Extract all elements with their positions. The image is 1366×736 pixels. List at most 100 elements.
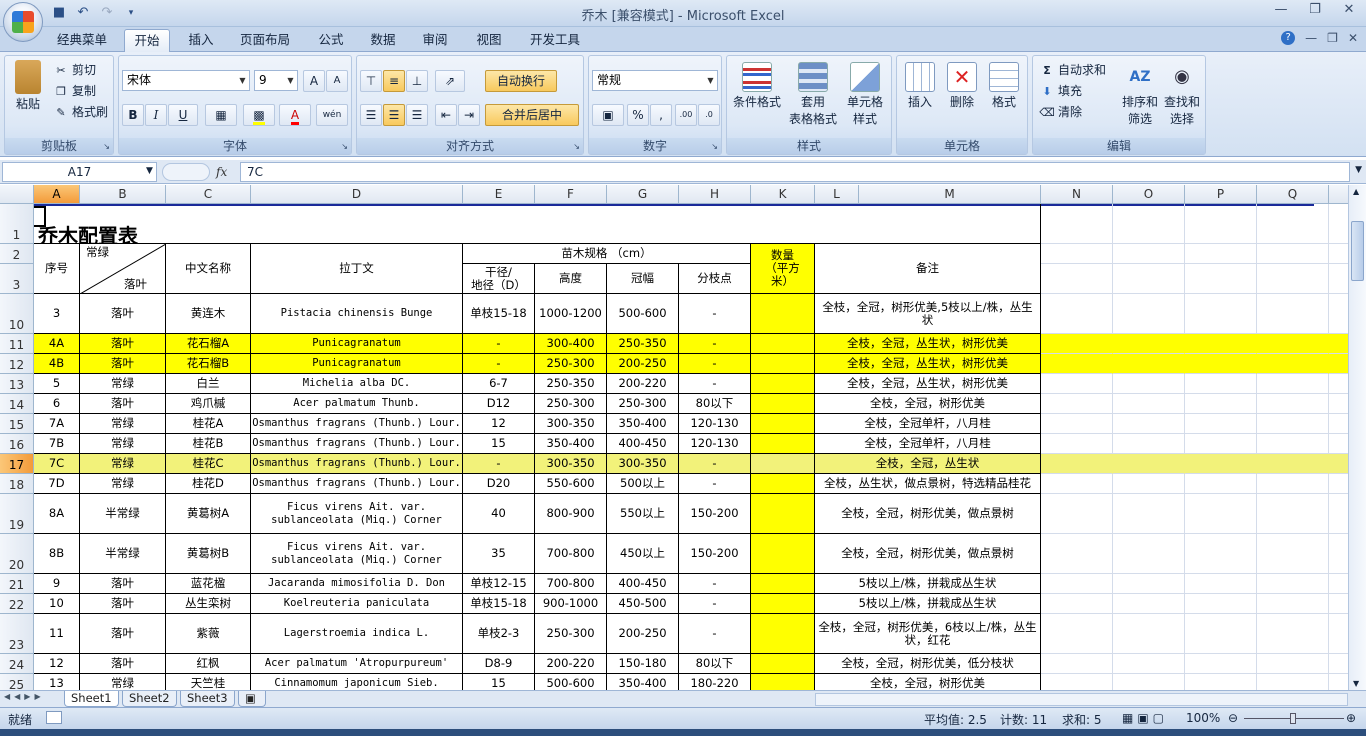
table-cell[interactable] — [751, 394, 815, 414]
header-spec[interactable]: 苗木规格 （cm） — [463, 244, 751, 264]
dialog-launcher-icon[interactable]: ↘ — [341, 142, 348, 151]
align-middle-button[interactable]: ≡ — [383, 70, 405, 92]
column-header-undefined[interactable] — [1329, 185, 1348, 204]
empty-cell[interactable] — [1185, 494, 1257, 534]
table-cell[interactable]: 半常绿 — [80, 534, 166, 574]
grow-font-button[interactable]: A — [303, 70, 325, 92]
table-cell[interactable]: 紫薇 — [166, 614, 251, 654]
header-quantity[interactable]: 数量 （平方 米） — [751, 244, 815, 294]
table-cell[interactable]: 常绿 — [80, 374, 166, 394]
row-header[interactable]: 15 — [0, 414, 34, 434]
conditional-formatting-button[interactable]: 条件格式 — [729, 62, 785, 111]
sheet-title[interactable]: 乔木配置表 — [34, 204, 1041, 244]
table-cell[interactable]: 桂花A — [166, 414, 251, 434]
empty-cell[interactable] — [1329, 594, 1348, 614]
insert-cells-button[interactable]: 插入 — [899, 62, 941, 111]
name-box-dropdown-icon[interactable]: ▼ — [146, 166, 153, 176]
table-cell[interactable]: 300-400 — [535, 334, 607, 354]
table-cell[interactable]: 13 — [34, 674, 80, 690]
table-cell[interactable]: 15 — [463, 434, 535, 454]
table-cell[interactable]: 黄葛树B — [166, 534, 251, 574]
row-header[interactable]: 2 — [0, 244, 34, 264]
table-cell[interactable]: 7D — [34, 474, 80, 494]
select-all-corner[interactable] — [0, 185, 34, 204]
wrap-text-button[interactable]: 自动换行 — [485, 70, 557, 92]
table-cell[interactable]: 40 — [463, 494, 535, 534]
table-cell[interactable] — [751, 334, 815, 354]
highlighted-empty-cell[interactable] — [1041, 454, 1113, 474]
zoom-out-icon[interactable]: ⊖ — [1228, 711, 1238, 725]
column-header-B[interactable]: B — [80, 185, 166, 204]
table-cell[interactable]: 12 — [463, 414, 535, 434]
copy-button[interactable]: ❐ 复制 — [53, 81, 96, 101]
column-header-O[interactable]: O — [1113, 185, 1185, 204]
table-cell[interactable]: - — [679, 294, 751, 334]
table-cell[interactable]: 200-250 — [607, 354, 679, 374]
paste-button[interactable]: 粘贴 — [9, 60, 47, 113]
table-cell[interactable]: 单枝15-18 — [463, 594, 535, 614]
table-cell[interactable] — [751, 654, 815, 674]
table-cell[interactable] — [751, 494, 815, 534]
number-format-combo[interactable]: 常规 ▼ — [592, 70, 718, 91]
table-cell[interactable]: 400-450 — [607, 434, 679, 454]
table-cell[interactable]: 黄葛树A — [166, 494, 251, 534]
header-evergreen-deciduous[interactable]: 常绿 落叶 — [80, 244, 166, 294]
table-cell[interactable]: 300-350 — [535, 414, 607, 434]
italic-button[interactable]: I — [145, 104, 167, 126]
row-header[interactable]: 25 — [0, 674, 34, 690]
empty-cell[interactable] — [1257, 594, 1329, 614]
table-cell[interactable]: D8-9 — [463, 654, 535, 674]
empty-cell[interactable] — [1041, 474, 1113, 494]
table-cell[interactable]: 桂花B — [166, 434, 251, 454]
font-size-combo[interactable]: 9 ▼ — [254, 70, 298, 91]
table-cell[interactable]: 落叶 — [80, 594, 166, 614]
table-cell[interactable]: Osmanthus fragrans (Thunb.) Lour. — [251, 454, 463, 474]
table-cell[interactable]: 全枝，全冠，树形优美 — [815, 674, 1041, 690]
table-cell[interactable]: 单枝12-15 — [463, 574, 535, 594]
table-cell[interactable]: Osmanthus fragrans (Thunb.) Lour. — [251, 414, 463, 434]
table-cell[interactable]: 全枝，全冠，树形优美，做点景树 — [815, 534, 1041, 574]
table-cell[interactable]: 落叶 — [80, 334, 166, 354]
table-cell[interactable]: 全枝，全冠，丛生状 — [815, 454, 1041, 474]
table-cell[interactable]: Jacaranda mimosifolia D. Don — [251, 574, 463, 594]
table-cell[interactable]: Punicagranatum — [251, 334, 463, 354]
table-cell[interactable]: 常绿 — [80, 674, 166, 690]
empty-cell[interactable] — [1041, 294, 1113, 334]
table-cell[interactable]: 全枝，全冠，树形优美，做点景树 — [815, 494, 1041, 534]
empty-cell[interactable] — [1257, 394, 1329, 414]
table-cell[interactable]: 常绿 — [80, 414, 166, 434]
sort-filter-button[interactable]: AZ 排序和 筛选 — [1119, 62, 1161, 128]
table-cell[interactable]: Ficus virens Ait. var. sublanceolata (Mi… — [251, 534, 463, 574]
tab-developer[interactable]: 开发工具 — [522, 29, 588, 52]
increase-indent-button[interactable]: ⇥ — [458, 104, 480, 126]
table-cell[interactable] — [751, 674, 815, 690]
name-box[interactable]: A17 — [2, 162, 157, 182]
tab-classic-menu[interactable]: 经典菜单 — [50, 29, 114, 52]
table-cell[interactable]: - — [463, 354, 535, 374]
empty-cell[interactable] — [1257, 414, 1329, 434]
table-cell[interactable]: 300-350 — [535, 454, 607, 474]
empty-cell[interactable] — [1329, 474, 1348, 494]
row-header[interactable]: 21 — [0, 574, 34, 594]
table-cell[interactable]: - — [679, 374, 751, 394]
restore-workbook-icon[interactable]: ❐ — [1327, 31, 1338, 45]
table-cell[interactable]: 800-900 — [535, 494, 607, 534]
empty-cell[interactable] — [1113, 494, 1185, 534]
table-cell[interactable]: 丛生栾树 — [166, 594, 251, 614]
table-cell[interactable]: 3 — [34, 294, 80, 334]
empty-cell[interactable] — [1041, 244, 1113, 264]
table-cell[interactable]: 250-300 — [535, 354, 607, 374]
table-cell[interactable]: 4B — [34, 354, 80, 374]
header-latin-name[interactable]: 拉丁文 — [251, 244, 463, 294]
table-cell[interactable]: 5枝以上/株，拼栽成丛生状 — [815, 594, 1041, 614]
empty-cell[interactable] — [1113, 394, 1185, 414]
table-cell[interactable]: 120-130 — [679, 414, 751, 434]
header-height[interactable]: 高度 — [535, 264, 607, 294]
table-cell[interactable] — [751, 374, 815, 394]
empty-cell[interactable] — [1113, 204, 1185, 244]
empty-cell[interactable] — [1113, 434, 1185, 454]
autosum-button[interactable]: Σ 自动求和 — [1039, 60, 1106, 80]
table-cell[interactable]: 落叶 — [80, 394, 166, 414]
empty-cell[interactable] — [1329, 374, 1348, 394]
row-header[interactable]: 23 — [0, 614, 34, 654]
